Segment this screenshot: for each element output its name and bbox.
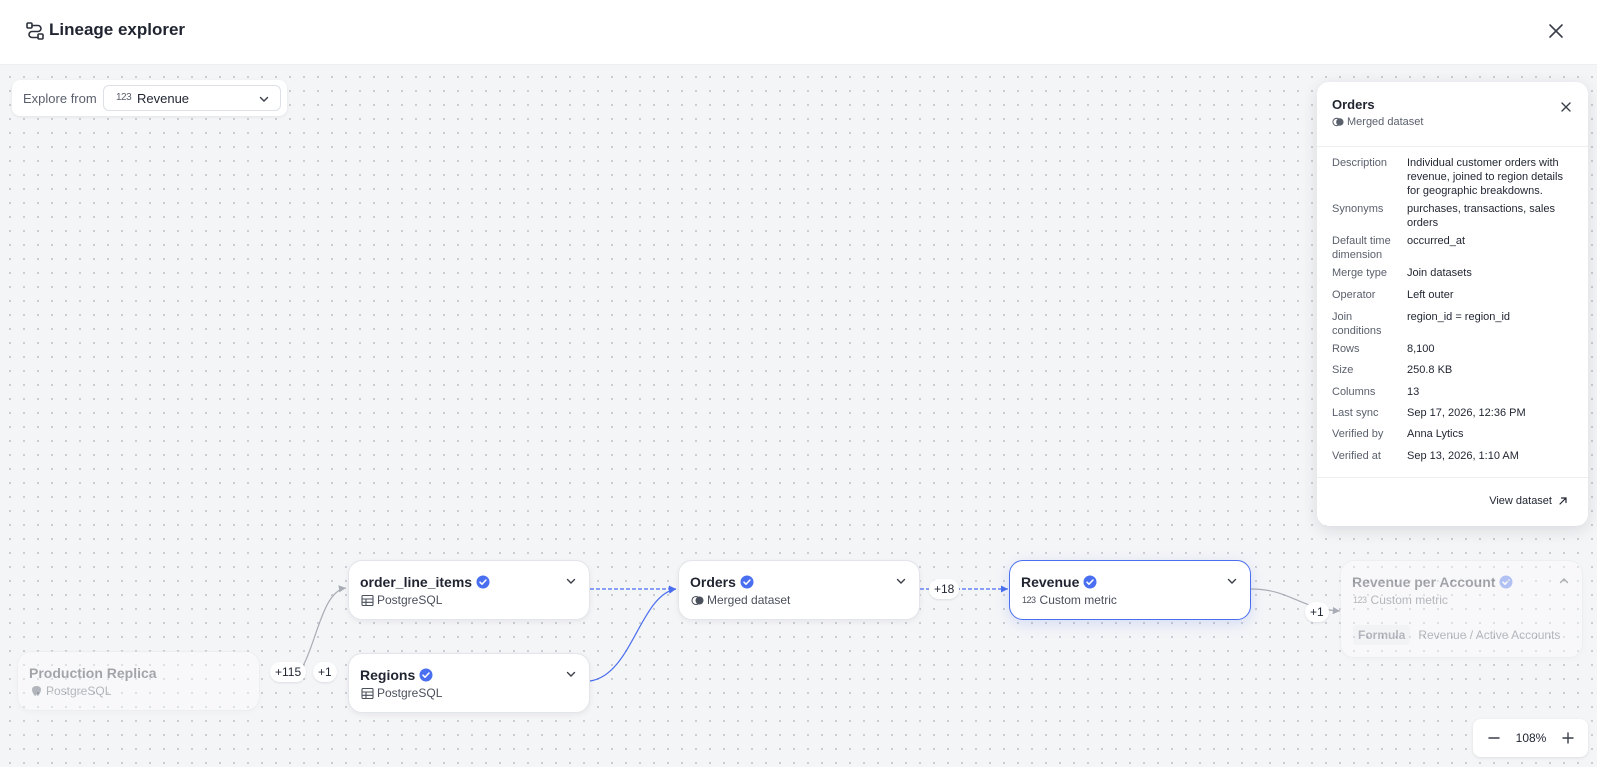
badge-plus-18[interactable]: +18 [929, 579, 960, 599]
metric-123-icon: 123 [1353, 595, 1367, 605]
view-dataset-link[interactable]: View dataset [1489, 495, 1568, 507]
divider [1317, 477, 1588, 478]
chevron-down-icon[interactable] [565, 575, 577, 587]
verified-icon [1499, 575, 1513, 589]
zoom-level: 108% [1515, 731, 1547, 745]
node-subtitle: 123 Custom metric [1022, 593, 1117, 607]
metric-123-icon: 123 [116, 92, 132, 103]
node-subtitle: 123 Custom metric [1353, 593, 1448, 607]
formula-row: Formula Revenue / Active Accounts [1353, 625, 1560, 645]
merged-dataset-icon [691, 595, 704, 605]
explore-from-label: Explore from [23, 91, 97, 106]
explore-from-select[interactable]: 123 Revenue [103, 85, 281, 111]
node-subtitle: PostgreSQL [361, 593, 442, 607]
node-production-replica[interactable]: Production Replica PostgreSQL [17, 651, 260, 711]
node-title: Revenue per Account [1352, 574, 1496, 590]
node-title: Orders [690, 574, 736, 590]
node-title: Production Replica [29, 665, 157, 681]
verified-icon [1083, 575, 1097, 589]
lineage-canvas[interactable]: Explore from 123 Revenue Production Repl… [0, 65, 1597, 767]
table-icon [361, 687, 374, 699]
chevron-down-icon[interactable] [895, 575, 907, 587]
panel-subtitle: Merged dataset [1332, 116, 1423, 128]
chevron-down-icon[interactable] [565, 668, 577, 680]
table-icon [361, 594, 374, 606]
verified-icon [419, 668, 433, 682]
chevron-up-icon[interactable] [1558, 575, 1570, 587]
node-revenue-per-account[interactable]: Revenue per Account 123 Custom metric Fo… [1340, 560, 1583, 658]
node-regions[interactable]: Regions PostgreSQL [348, 653, 590, 713]
merged-dataset-icon [1332, 117, 1344, 127]
node-subtitle: PostgreSQL [361, 686, 442, 700]
explore-from-value: Revenue [137, 91, 190, 106]
close-icon[interactable] [1547, 22, 1565, 40]
zoom-control: 108% [1473, 719, 1588, 757]
node-subtitle: PostgreSQL [30, 684, 111, 698]
details-panel: Orders Merged dataset Description Indivi… [1317, 82, 1588, 526]
formula-label: Formula [1353, 625, 1411, 645]
node-title: Revenue [1021, 574, 1080, 590]
node-subtitle: Merged dataset [691, 593, 790, 607]
zoom-out-icon[interactable] [1487, 731, 1501, 745]
badge-plus-115[interactable]: +115 [270, 662, 307, 682]
node-revenue[interactable]: Revenue 123 Custom metric [1009, 560, 1251, 620]
external-link-icon [1559, 497, 1567, 505]
chevron-down-icon [259, 96, 269, 102]
lineage-icon [26, 22, 44, 40]
divider [1317, 146, 1588, 147]
postgresql-icon [32, 685, 41, 696]
header-bar: Lineage explorer [0, 0, 1597, 65]
badge-plus-1-right[interactable]: +1 [1305, 602, 1329, 622]
badge-plus-1-left[interactable]: +1 [313, 662, 337, 682]
edge-regions-to-orders [589, 586, 677, 682]
metric-123-icon: 123 [1022, 595, 1036, 605]
verified-icon [476, 575, 490, 589]
explore-from-bar: Explore from 123 Revenue [12, 80, 287, 116]
zoom-in-icon[interactable] [1561, 731, 1575, 745]
node-title: order_line_items [360, 574, 473, 590]
node-orders[interactable]: Orders Merged dataset [678, 560, 920, 620]
panel-title: Orders [1332, 97, 1375, 112]
formula-value: Revenue / Active Accounts [1418, 628, 1561, 642]
chevron-down-icon[interactable] [1226, 575, 1238, 587]
page-title: Lineage explorer [49, 20, 186, 39]
node-title: Regions [360, 667, 416, 683]
close-icon[interactable] [1560, 101, 1572, 113]
node-order-line-items[interactable]: order_line_items PostgreSQL [348, 560, 590, 620]
verified-icon [740, 575, 754, 589]
